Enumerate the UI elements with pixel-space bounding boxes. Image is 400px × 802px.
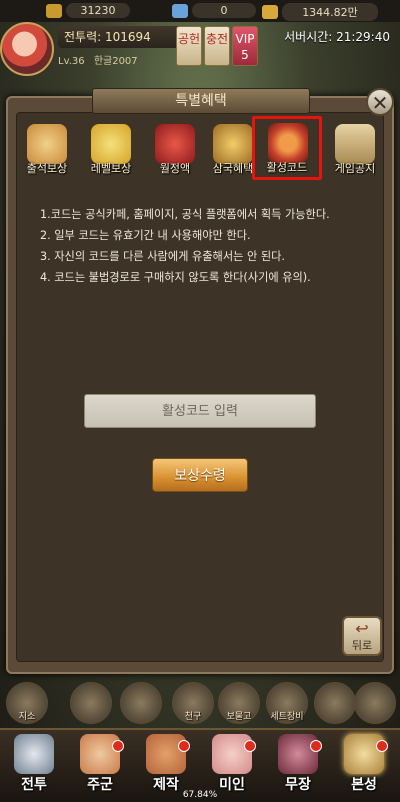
- resource-gem: 0: [172, 3, 256, 18]
- notice-board-icon: [335, 124, 375, 164]
- instruction-line: 3. 자신의 코드를 다른 사람에게 유출해서는 안 된다.: [40, 250, 285, 263]
- tab-game-notice[interactable]: 게임공지: [326, 120, 384, 182]
- building-label: 보물고: [226, 712, 252, 722]
- benefit-tabs: 출석보상 레벨보상 월정액 삼국혜택 활성코드 게임공지: [18, 116, 384, 186]
- player-avatar[interactable]: [0, 22, 54, 76]
- tab-label: 활성코드: [266, 161, 308, 174]
- gold-ingot-value: 31230: [66, 3, 130, 18]
- player-level-name: Lv.36 한글2007: [58, 52, 144, 67]
- gem-icon: [172, 3, 188, 18]
- tab-monthly-pass[interactable]: 월정액: [146, 120, 204, 182]
- building-icon[interactable]: 세트장비: [266, 682, 308, 724]
- back-button[interactable]: ↩ 뒤로: [342, 616, 382, 656]
- nav-castle[interactable]: 본성: [332, 732, 396, 798]
- secondary-building-row: 지소 천구 보물고 세트장비: [0, 682, 400, 726]
- building-label: 천구: [184, 712, 202, 722]
- notification-dot: [310, 740, 322, 752]
- notification-dot: [178, 740, 190, 752]
- gold-pot-icon: [213, 124, 253, 164]
- notification-dot: [112, 740, 124, 752]
- combat-power-value: 101694: [105, 30, 151, 44]
- activation-code-input[interactable]: 활성코드 입력: [84, 394, 316, 428]
- building-icon[interactable]: 보물고: [218, 682, 260, 724]
- building-icon[interactable]: 천구: [172, 682, 214, 724]
- nav-label: 본성: [351, 777, 377, 793]
- scroll-icon: [27, 124, 67, 164]
- nav-label: 주군: [87, 777, 113, 793]
- combat-power-label: 전투력:: [64, 30, 102, 44]
- contribution-button[interactable]: 공헌: [176, 26, 202, 66]
- tab-activation-code[interactable]: 활성코드: [252, 116, 322, 180]
- gold-ingot-icon: [46, 3, 62, 18]
- back-arrow-icon: ↩: [355, 619, 369, 638]
- server-time: 서버시간: 21:29:40: [284, 30, 390, 44]
- red-envelope-icon: [155, 124, 195, 164]
- gift-box-icon: [91, 124, 131, 164]
- building-icon[interactable]: [70, 682, 112, 724]
- crossed-swords-icon: [14, 734, 54, 774]
- back-button-label: 뒤로: [351, 639, 373, 652]
- resource-coins: 1344.82만: [262, 3, 378, 21]
- building-icon[interactable]: 지소: [6, 682, 48, 724]
- gem-value: 0: [192, 3, 256, 18]
- pouch-icon: [268, 123, 308, 163]
- player-name: 한글2007: [93, 56, 138, 67]
- close-icon: ✕: [371, 91, 389, 115]
- activation-code-instructions: 1.코드는 공식카페, 홈페이지, 공식 플랫폼에서 획득 가능한다. 2. 일…: [40, 204, 380, 288]
- resource-gold-ingot: 31230: [46, 3, 130, 18]
- tab-label: 출석보상: [26, 162, 68, 175]
- instruction-line: 4. 코드는 불법경로로 구매하지 않도록 한다(사기에 유의).: [40, 271, 311, 284]
- notification-dot: [376, 740, 388, 752]
- coins-icon: [262, 5, 278, 19]
- resource-bar: 31230 0 1344.82만: [0, 0, 400, 22]
- nav-label: 전투: [21, 777, 47, 793]
- tab-label: 레벨보상: [90, 162, 132, 175]
- nav-lord[interactable]: 주군: [68, 732, 132, 798]
- claim-reward-button[interactable]: 보상수령: [152, 458, 248, 492]
- nav-label: 무장: [285, 777, 311, 793]
- loading-progress: 67.84%: [182, 790, 218, 800]
- coins-value: 1344.82만: [282, 3, 378, 21]
- recharge-button[interactable]: 충전: [204, 26, 230, 66]
- instruction-line: 2. 일부 코드는 유효기간 내 사용해야만 한다.: [40, 229, 251, 242]
- tab-level-reward[interactable]: 레벨보상: [82, 120, 140, 182]
- nav-battle[interactable]: 전투: [2, 732, 66, 798]
- tab-label: 게임공지: [334, 162, 376, 175]
- building-icon[interactable]: [354, 682, 396, 724]
- tab-attendance-reward[interactable]: 출석보상: [18, 120, 76, 182]
- building-label: 세트장비: [270, 712, 304, 722]
- nav-crafting[interactable]: 제작: [134, 732, 198, 798]
- notification-dot: [244, 740, 256, 752]
- combat-power: 전투력: 101694: [58, 26, 184, 48]
- modal-panel: [16, 112, 384, 662]
- modal-title: 특별혜택: [92, 88, 310, 114]
- instruction-line: 1.코드는 공식카페, 홈페이지, 공식 플랫폼에서 획득 가능한다.: [40, 208, 330, 221]
- nav-generals[interactable]: 무장: [266, 732, 330, 798]
- building-label: 지소: [18, 712, 36, 722]
- player-level: Lv.36: [58, 56, 85, 67]
- nav-beauty[interactable]: 미인: [200, 732, 264, 798]
- building-icon[interactable]: [120, 682, 162, 724]
- building-icon[interactable]: [314, 682, 356, 724]
- vip-button[interactable]: VIP 5: [232, 26, 258, 66]
- close-button[interactable]: ✕: [366, 88, 394, 116]
